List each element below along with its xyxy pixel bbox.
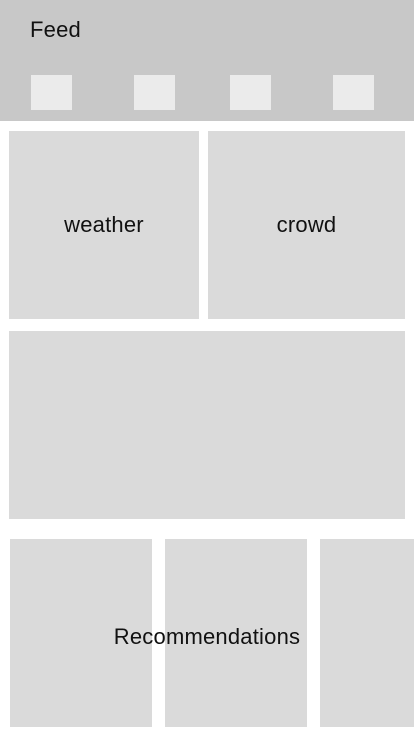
featured-card[interactable] xyxy=(9,331,405,519)
header-tab-2[interactable] xyxy=(134,75,175,110)
recommendations-label: Recommendations xyxy=(113,624,301,649)
header-tab-1[interactable] xyxy=(31,75,72,110)
weather-card-label: weather xyxy=(64,212,144,237)
header-bar: Feed xyxy=(0,0,414,121)
page-title: Feed xyxy=(30,17,81,42)
header-tab-4[interactable] xyxy=(333,75,374,110)
crowd-card[interactable]: crowd xyxy=(208,131,405,319)
weather-card[interactable]: weather xyxy=(9,131,199,319)
header-tab-3[interactable] xyxy=(230,75,271,110)
crowd-card-label: crowd xyxy=(276,212,337,237)
